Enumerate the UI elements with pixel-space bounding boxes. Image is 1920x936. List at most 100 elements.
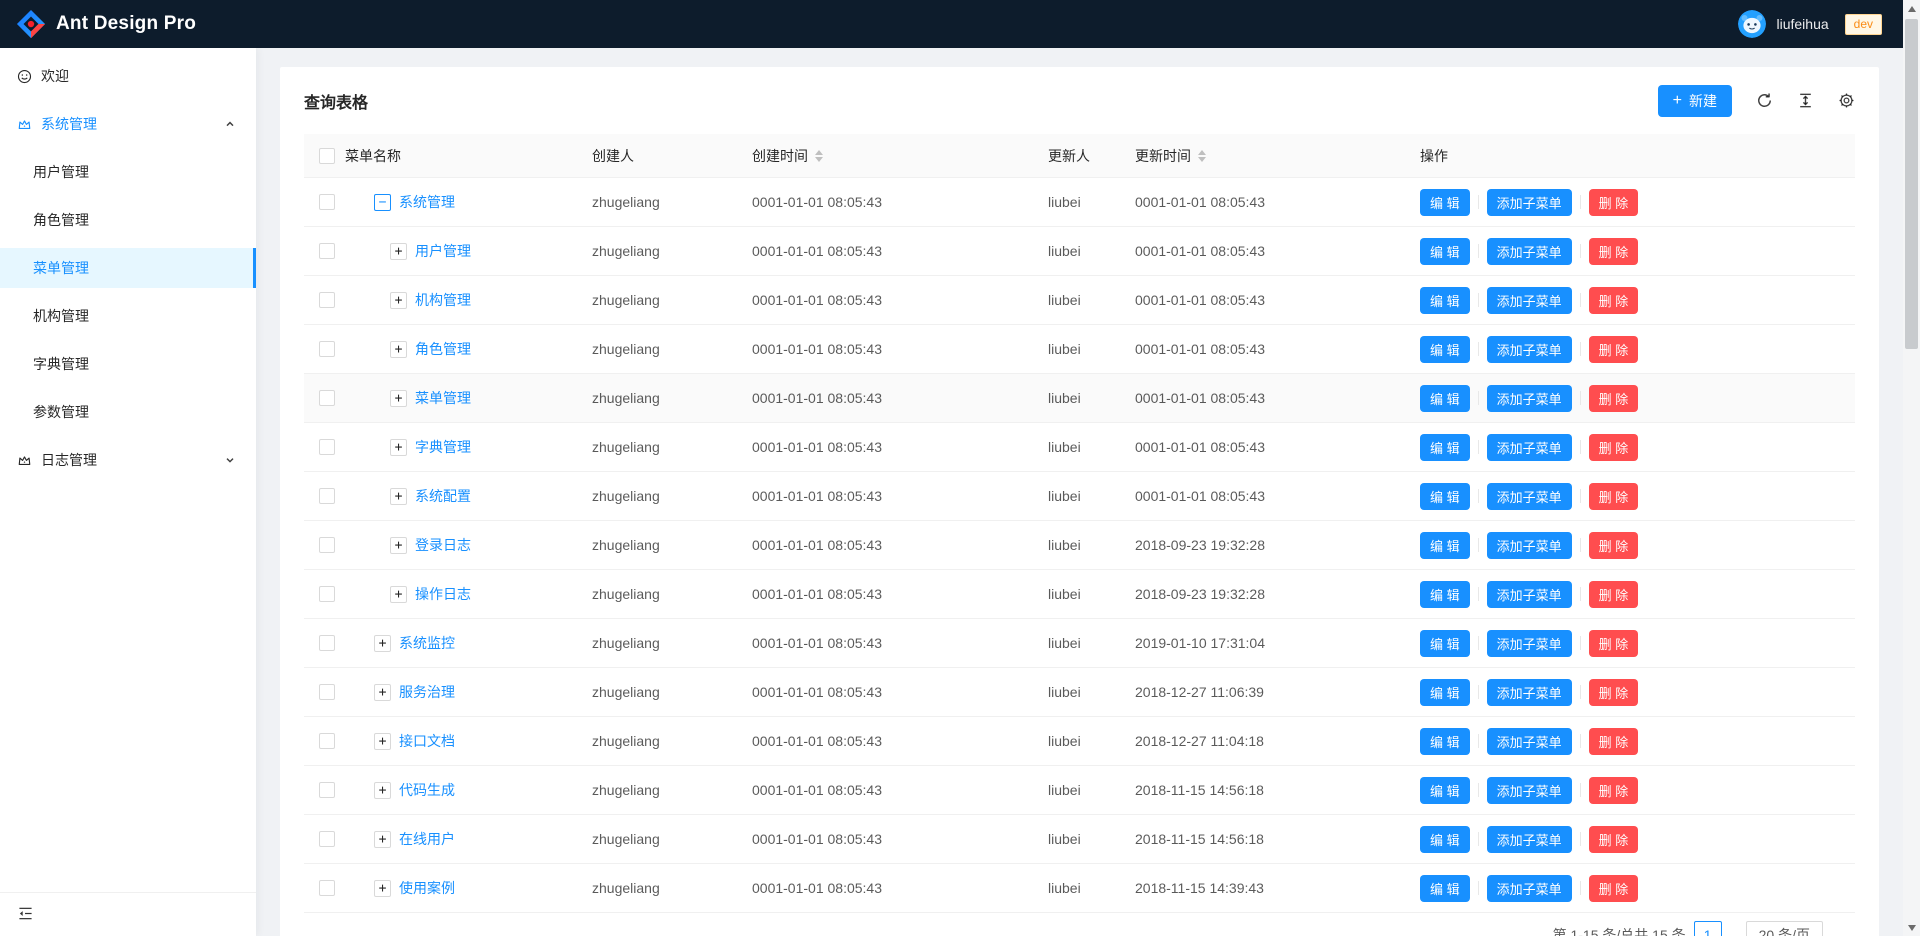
edit-button[interactable]: 编 辑: [1420, 532, 1470, 559]
username[interactable]: liufeihua: [1776, 16, 1828, 32]
delete-button[interactable]: 删 除: [1589, 189, 1639, 216]
sidebar-item-6[interactable]: 字典管理: [0, 344, 256, 384]
sidebar-item-8[interactable]: 日志管理: [0, 440, 256, 480]
delete-button[interactable]: 删 除: [1589, 630, 1639, 657]
expand-row-icon[interactable]: +: [390, 341, 407, 358]
delete-button[interactable]: 删 除: [1589, 728, 1639, 755]
edit-button[interactable]: 编 辑: [1420, 630, 1470, 657]
menu-name-link[interactable]: 菜单管理: [415, 388, 471, 408]
edit-button[interactable]: 编 辑: [1420, 679, 1470, 706]
delete-button[interactable]: 删 除: [1589, 385, 1639, 412]
menu-name-link[interactable]: 服务治理: [399, 682, 455, 702]
menu-name-link[interactable]: 系统管理: [399, 192, 455, 212]
edit-button[interactable]: 编 辑: [1420, 336, 1470, 363]
expand-row-icon[interactable]: +: [390, 439, 407, 456]
menu-name-link[interactable]: 使用案例: [399, 878, 455, 898]
add-submenu-button[interactable]: 添加子菜单: [1487, 483, 1572, 510]
menu-name-link[interactable]: 代码生成: [399, 780, 455, 800]
delete-button[interactable]: 删 除: [1589, 336, 1639, 363]
add-submenu-button[interactable]: 添加子菜单: [1487, 287, 1572, 314]
menu-name-link[interactable]: 接口文档: [399, 731, 455, 751]
edit-button[interactable]: 编 辑: [1420, 238, 1470, 265]
add-submenu-button[interactable]: 添加子菜单: [1487, 777, 1572, 804]
delete-button[interactable]: 删 除: [1589, 826, 1639, 853]
row-checkbox[interactable]: [319, 439, 335, 455]
expand-row-icon[interactable]: +: [374, 880, 391, 897]
expand-row-icon[interactable]: +: [390, 488, 407, 505]
delete-button[interactable]: 删 除: [1589, 875, 1639, 902]
row-checkbox[interactable]: [319, 684, 335, 700]
edit-button[interactable]: 编 辑: [1420, 875, 1470, 902]
delete-button[interactable]: 删 除: [1589, 532, 1639, 559]
sidebar-item-5[interactable]: 机构管理: [0, 296, 256, 336]
add-submenu-button[interactable]: 添加子菜单: [1487, 238, 1572, 265]
column-height-icon[interactable]: [1797, 92, 1814, 109]
expand-row-icon[interactable]: +: [374, 831, 391, 848]
row-checkbox[interactable]: [319, 488, 335, 504]
row-checkbox[interactable]: [319, 831, 335, 847]
sort-icons[interactable]: [1198, 150, 1206, 162]
menu-name-link[interactable]: 系统配置: [415, 486, 471, 506]
expand-row-icon[interactable]: +: [390, 390, 407, 407]
row-checkbox[interactable]: [319, 292, 335, 308]
row-checkbox[interactable]: [319, 341, 335, 357]
select-all-checkbox[interactable]: [319, 148, 335, 164]
edit-button[interactable]: 编 辑: [1420, 777, 1470, 804]
menu-name-link[interactable]: 登录日志: [415, 535, 471, 555]
new-button[interactable]: + 新建: [1658, 85, 1732, 117]
row-checkbox[interactable]: [319, 782, 335, 798]
expand-row-icon[interactable]: +: [390, 292, 407, 309]
expand-row-icon[interactable]: +: [374, 782, 391, 799]
menu-name-link[interactable]: 机构管理: [415, 290, 471, 310]
expand-row-icon[interactable]: +: [390, 586, 407, 603]
edit-button[interactable]: 编 辑: [1420, 287, 1470, 314]
row-checkbox[interactable]: [319, 733, 335, 749]
row-checkbox[interactable]: [319, 390, 335, 406]
delete-button[interactable]: 删 除: [1589, 434, 1639, 461]
add-submenu-button[interactable]: 添加子菜单: [1487, 385, 1572, 412]
add-submenu-button[interactable]: 添加子菜单: [1487, 532, 1572, 559]
delete-button[interactable]: 删 除: [1589, 679, 1639, 706]
user-menu[interactable]: liufeihua dev: [1738, 10, 1882, 38]
add-submenu-button[interactable]: 添加子菜单: [1487, 679, 1572, 706]
sidebar-item-1[interactable]: 系统管理: [0, 104, 256, 144]
scrollbar[interactable]: [1903, 0, 1920, 936]
collapse-row-icon[interactable]: −: [374, 194, 391, 211]
scroll-up-icon[interactable]: [1903, 0, 1920, 17]
row-checkbox[interactable]: [319, 194, 335, 210]
column-header-updated[interactable]: 更新时间: [1135, 146, 1420, 166]
sidebar-item-2[interactable]: 用户管理: [0, 152, 256, 192]
row-checkbox[interactable]: [319, 635, 335, 651]
add-submenu-button[interactable]: 添加子菜单: [1487, 581, 1572, 608]
menu-name-link[interactable]: 操作日志: [415, 584, 471, 604]
add-submenu-button[interactable]: 添加子菜单: [1487, 189, 1572, 216]
reload-icon[interactable]: [1756, 92, 1773, 109]
sidebar-item-3[interactable]: 角色管理: [0, 200, 256, 240]
expand-row-icon[interactable]: +: [390, 537, 407, 554]
edit-button[interactable]: 编 辑: [1420, 483, 1470, 510]
delete-button[interactable]: 删 除: [1589, 287, 1639, 314]
menu-name-link[interactable]: 在线用户: [399, 829, 455, 849]
delete-button[interactable]: 删 除: [1589, 581, 1639, 608]
expand-row-icon[interactable]: +: [390, 243, 407, 260]
expand-row-icon[interactable]: +: [374, 684, 391, 701]
scroll-down-icon[interactable]: [1903, 919, 1920, 936]
expand-row-icon[interactable]: +: [374, 635, 391, 652]
avatar[interactable]: [1738, 10, 1766, 38]
edit-button[interactable]: 编 辑: [1420, 189, 1470, 216]
add-submenu-button[interactable]: 添加子菜单: [1487, 434, 1572, 461]
menu-name-link[interactable]: 字典管理: [415, 437, 471, 457]
menu-name-link[interactable]: 用户管理: [415, 241, 471, 261]
row-checkbox[interactable]: [319, 880, 335, 896]
delete-button[interactable]: 删 除: [1589, 238, 1639, 265]
delete-button[interactable]: 删 除: [1589, 483, 1639, 510]
add-submenu-button[interactable]: 添加子菜单: [1487, 826, 1572, 853]
menu-name-link[interactable]: 系统监控: [399, 633, 455, 653]
edit-button[interactable]: 编 辑: [1420, 728, 1470, 755]
menu-name-link[interactable]: 角色管理: [415, 339, 471, 359]
row-checkbox[interactable]: [319, 537, 335, 553]
settings-icon[interactable]: [1838, 92, 1855, 109]
add-submenu-button[interactable]: 添加子菜单: [1487, 336, 1572, 363]
edit-button[interactable]: 编 辑: [1420, 385, 1470, 412]
add-submenu-button[interactable]: 添加子菜单: [1487, 875, 1572, 902]
